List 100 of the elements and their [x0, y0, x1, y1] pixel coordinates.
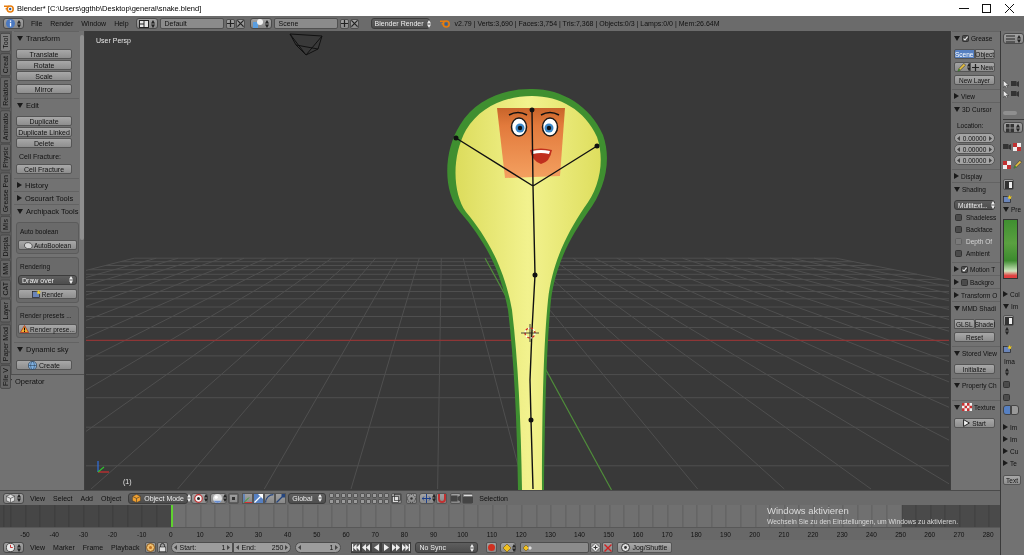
- right-triangle-icon[interactable]: [954, 93, 959, 99]
- updown-arrows-icon: [426, 19, 431, 28]
- editor-type-button[interactable]: [3, 492, 24, 504]
- toggle-button[interactable]: [1003, 315, 1014, 326]
- down-triangle-icon[interactable]: [1003, 206, 1009, 212]
- down-triangle-icon[interactable]: [17, 102, 23, 108]
- left-arrow-icon: [174, 545, 178, 550]
- snap-button[interactable]: [436, 492, 448, 504]
- manipulator-toggle[interactable]: [264, 492, 276, 504]
- shading-dropdown[interactable]: [210, 492, 228, 504]
- jog-dial-icon: [621, 543, 631, 552]
- checkbox[interactable]: [1003, 394, 1010, 401]
- down-triangle-icon[interactable]: [954, 35, 960, 41]
- pivot-dropdown[interactable]: [191, 492, 209, 504]
- editor-type-button[interactable]: [3, 542, 24, 553]
- down-triangle-icon[interactable]: [954, 186, 960, 192]
- right-triangle-icon[interactable]: [954, 266, 959, 272]
- right-arrow-icon: [227, 545, 231, 550]
- picture-icon: [31, 290, 41, 298]
- scrollbar[interactable]: [80, 35, 84, 240]
- key-insert-icon: [591, 543, 601, 552]
- globe-icon: [28, 360, 37, 370]
- insert-keyframe-button[interactable]: [590, 542, 602, 553]
- editor-type-button[interactable]: [1003, 122, 1023, 133]
- add-button[interactable]: [339, 18, 349, 29]
- updown-arrows-icon: [150, 19, 155, 28]
- key-remove-icon: [603, 543, 612, 552]
- updown-arrows-icon: [512, 543, 517, 552]
- right-triangle-icon[interactable]: [1003, 291, 1008, 297]
- 3d-cursor-icon[interactable]: [520, 323, 540, 343]
- down-triangle-icon[interactable]: [1003, 303, 1009, 309]
- add-button[interactable]: [225, 18, 235, 29]
- right-triangle-icon[interactable]: [1003, 436, 1008, 442]
- manipulator-toggle[interactable]: [275, 492, 287, 504]
- maximize-icon: [982, 3, 991, 13]
- preview-range-button[interactable]: [145, 542, 157, 553]
- checkbox[interactable]: [962, 34, 969, 42]
- right-triangle-icon[interactable]: [1003, 460, 1008, 466]
- render-still-button[interactable]: [450, 492, 462, 504]
- editor-type-button[interactable]: [3, 18, 24, 29]
- half-filled-square-icon: [1004, 180, 1013, 189]
- plus-icon: [340, 20, 348, 27]
- record-button[interactable]: [486, 542, 498, 553]
- scene-button[interactable]: [249, 18, 272, 29]
- toggle-segment[interactable]: [1011, 405, 1019, 415]
- down-triangle-icon[interactable]: [954, 106, 960, 112]
- down-triangle-icon[interactable]: [17, 346, 23, 352]
- updown-arrows-icon: [223, 494, 228, 502]
- layer-lock-button[interactable]: [391, 492, 403, 504]
- keying-dropdown[interactable]: [500, 542, 517, 553]
- remove-button[interactable]: [349, 18, 359, 29]
- key-icon: [503, 543, 512, 552]
- lock-button[interactable]: [157, 542, 169, 553]
- toggle-button[interactable]: [1003, 179, 1014, 190]
- minimize-icon: [958, 7, 969, 9]
- updown-arrows-icon: [1017, 34, 1021, 43]
- checkbox[interactable]: [955, 214, 962, 221]
- scene-icon: [252, 19, 263, 28]
- editor-type-button[interactable]: [1003, 33, 1024, 44]
- axes-icon: [243, 493, 253, 503]
- right-triangle-icon[interactable]: [1003, 424, 1008, 430]
- playback-button[interactable]: [381, 542, 392, 553]
- right-triangle-icon[interactable]: [1003, 448, 1008, 454]
- render-animation-button[interactable]: [462, 492, 474, 504]
- plus-icon: [971, 63, 979, 71]
- down-triangle-icon[interactable]: [954, 305, 960, 311]
- down-triangle-icon[interactable]: [954, 404, 960, 410]
- previous-key-icon: [362, 544, 371, 551]
- right-arrow-icon: [335, 545, 339, 550]
- down-triangle-icon[interactable]: [17, 35, 23, 41]
- brush-dropdown[interactable]: [954, 62, 970, 72]
- right-triangle-icon[interactable]: [17, 182, 22, 188]
- keying-set-field[interactable]: [520, 542, 590, 553]
- checkbox[interactable]: [955, 226, 962, 233]
- manipulator-toggle[interactable]: [253, 492, 265, 504]
- arrow-icon: [254, 493, 264, 503]
- down-triangle-icon[interactable]: [954, 382, 960, 388]
- activation-title: Windows aktivieren: [767, 505, 850, 517]
- snap-dropdown[interactable]: [419, 492, 436, 504]
- down-triangle-icon[interactable]: [954, 350, 960, 356]
- checkbox[interactable]: [955, 250, 962, 257]
- occlude-toggle[interactable]: [228, 492, 240, 504]
- playback-button[interactable]: [401, 542, 412, 553]
- remove-button[interactable]: [235, 18, 245, 29]
- right-triangle-icon[interactable]: [954, 173, 959, 179]
- checkbox[interactable]: [961, 265, 968, 273]
- camera-icon: [1011, 90, 1019, 97]
- pencil-icon: [957, 62, 966, 72]
- next-key-icon: [392, 544, 401, 551]
- cube-icon: [6, 493, 15, 503]
- playback-button[interactable]: [351, 542, 362, 553]
- right-triangle-icon[interactable]: [954, 292, 959, 298]
- checkbox[interactable]: [961, 278, 968, 286]
- down-triangle-icon[interactable]: [17, 208, 23, 214]
- sphere-icon: [213, 493, 223, 503]
- manipulator-toggle[interactable]: [242, 492, 254, 504]
- right-triangle-icon[interactable]: [17, 195, 22, 201]
- layout-button[interactable]: [135, 18, 158, 29]
- checkbox[interactable]: [1003, 381, 1010, 388]
- right-triangle-icon[interactable]: [954, 279, 959, 285]
